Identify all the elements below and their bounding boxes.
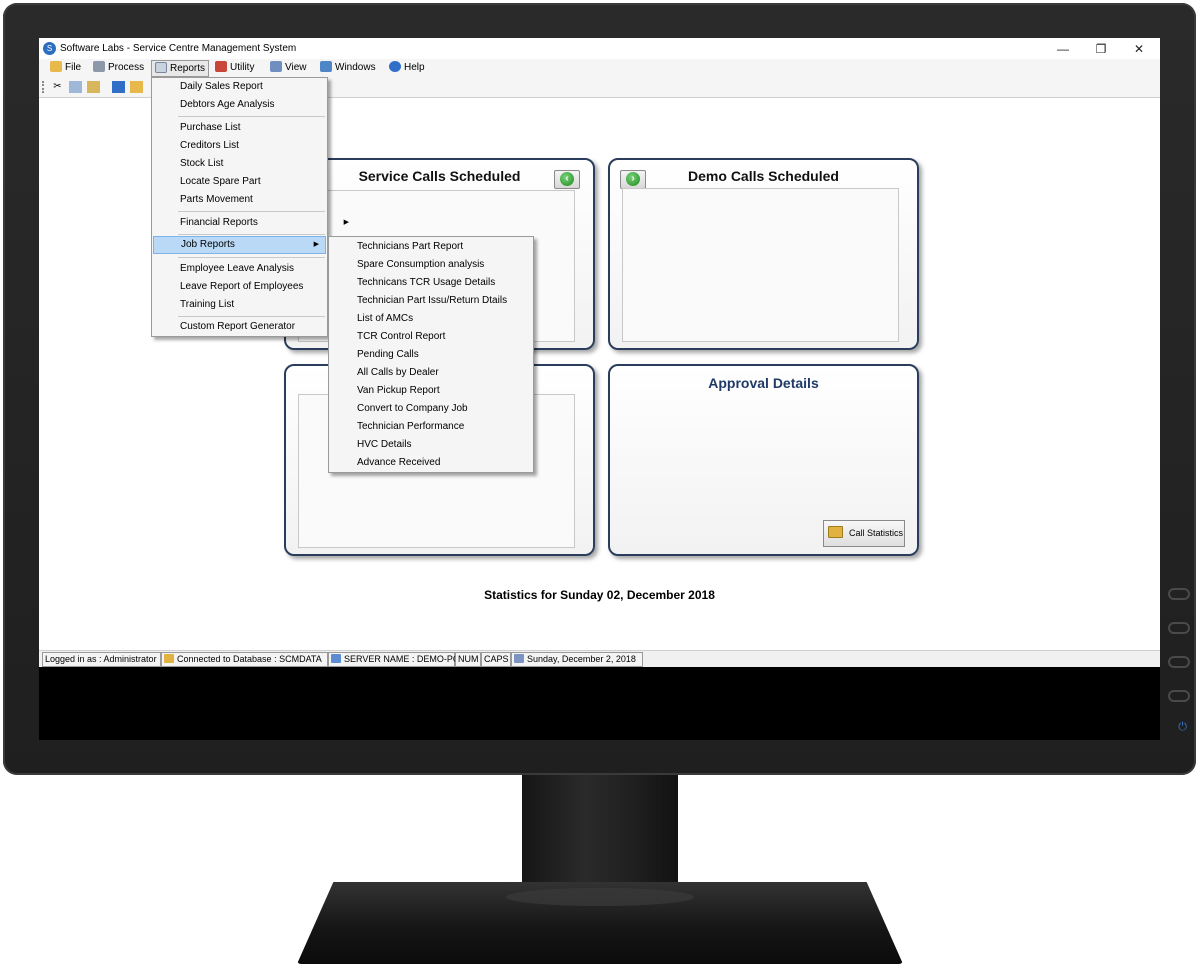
- submenu-item[interactable]: Convert to Company Job: [329, 400, 561, 418]
- minimize-button[interactable]: —: [1045, 39, 1081, 59]
- close-button[interactable]: ✕: [1121, 39, 1157, 59]
- submenu-item[interactable]: Pending Calls: [329, 346, 561, 364]
- arrow-left-icon: ‹: [560, 172, 574, 186]
- menu-utility[interactable]: Utility: [212, 60, 257, 76]
- menu-item-parts-movement[interactable]: Parts Movement: [152, 191, 355, 209]
- wrench-icon: [215, 61, 227, 72]
- copy-icon[interactable]: [69, 81, 82, 93]
- toolbar-grip[interactable]: [42, 81, 46, 93]
- menu-bar: File Process Reports Utility View Window…: [39, 59, 1160, 77]
- submenu-item[interactable]: TCR Control Report: [329, 328, 561, 346]
- menu-item-leave-report-of-employees[interactable]: Leave Report of Employees: [152, 278, 355, 296]
- menu-process[interactable]: Process: [90, 60, 147, 76]
- cut-icon[interactable]: ✂: [51, 81, 64, 93]
- statistics-date-label: Statistics for Sunday 02, December 2018: [484, 588, 715, 602]
- menu-separator: [178, 211, 325, 212]
- reports-menu: Daily Sales Report Debtors Age Analysis …: [151, 77, 349, 337]
- monitor-stand-highlight: [506, 888, 694, 906]
- status-num: NUM: [455, 652, 481, 667]
- menu-item-employee-leave-analysis[interactable]: Employee Leave Analysis: [152, 260, 355, 278]
- power-icon: ⏻: [1178, 720, 1187, 733]
- job-reports-submenu: Technicians Part Report Spare Consumptio…: [328, 236, 534, 473]
- status-bar: Logged in as : Administrator Connected t…: [39, 650, 1160, 667]
- menu-view[interactable]: View: [267, 60, 310, 76]
- submenu-item[interactable]: Van Pickup Report: [329, 382, 561, 400]
- approval-details-title: Approval Details: [708, 375, 819, 391]
- submenu-item[interactable]: Advance Received: [329, 454, 561, 472]
- restore-button[interactable]: ❐: [1083, 39, 1119, 59]
- menu-item-daily-sales-report[interactable]: Daily Sales Report: [152, 78, 355, 96]
- menu-item-debtors-age-analysis[interactable]: Debtors Age Analysis: [152, 96, 355, 114]
- menu-item-creditors-list[interactable]: Creditors List: [152, 137, 355, 155]
- submenu-arrow-icon: ▶: [343, 219, 349, 226]
- demo-calls-title: Demo Calls Scheduled: [688, 168, 839, 184]
- app-window: S Software Labs - Service Centre Managem…: [39, 38, 1160, 667]
- submenu-arrow-icon: ▶: [313, 241, 319, 248]
- view-grid-icon: [270, 61, 282, 72]
- menu-separator: [178, 116, 325, 117]
- menu-item-locate-spare-part[interactable]: Locate Spare Part: [152, 173, 355, 191]
- calendar-icon: [514, 654, 524, 663]
- monitor-button: [1168, 656, 1190, 668]
- status-database: Connected to Database : SCMDATA: [161, 652, 328, 667]
- help-icon: [389, 61, 401, 72]
- submenu-item[interactable]: Technician Performance: [329, 418, 561, 436]
- folder-open-icon: [50, 61, 62, 72]
- title-bar: S Software Labs - Service Centre Managem…: [39, 38, 1160, 59]
- server-icon: [331, 654, 341, 663]
- menu-item-training-list[interactable]: Training List: [152, 296, 355, 314]
- reports-icon: [155, 62, 167, 73]
- menu-separator: [178, 316, 325, 317]
- submenu-item[interactable]: List of AMCs: [329, 310, 561, 328]
- window-title: Software Labs - Service Centre Managemen…: [60, 43, 297, 54]
- submenu-item[interactable]: Spare Consumption analysis: [329, 256, 561, 274]
- menu-help[interactable]: Help: [386, 60, 428, 76]
- folder-open-icon: [828, 526, 843, 538]
- call-statistics-button[interactable]: Call Statistics: [823, 520, 905, 547]
- submenu-item[interactable]: All Calls by Dealer: [329, 364, 561, 382]
- menu-file[interactable]: File: [47, 60, 84, 76]
- menu-item-financial-reports[interactable]: Financial Reports ▶: [152, 214, 355, 232]
- folder-open-icon[interactable]: [130, 81, 143, 93]
- monitor-button: [1168, 622, 1190, 634]
- folder-icon[interactable]: [112, 81, 125, 93]
- monitor-button: [1168, 690, 1190, 702]
- demo-calls-panel: › Demo Calls Scheduled: [608, 158, 919, 350]
- monitor-screen: S Software Labs - Service Centre Managem…: [39, 38, 1160, 740]
- status-caps: CAPS: [481, 652, 511, 667]
- menu-item-custom-report-generator[interactable]: Custom Report Generator: [152, 318, 355, 336]
- menu-item-job-reports[interactable]: Job Reports ▶: [153, 236, 326, 254]
- monitor-button: [1168, 588, 1190, 600]
- approval-details-panel: Approval Details Call Statistics: [608, 364, 919, 556]
- submenu-item[interactable]: Technicans TCR Usage Details: [329, 274, 561, 292]
- status-logged-in: Logged in as : Administrator: [42, 652, 161, 667]
- menu-separator: [178, 234, 325, 235]
- process-icon: [93, 61, 105, 72]
- submenu-item[interactable]: HVC Details: [329, 436, 561, 454]
- demo-calls-list[interactable]: [622, 188, 899, 342]
- monitor-buttons: [1168, 588, 1190, 724]
- database-icon: [164, 654, 174, 663]
- submenu-item[interactable]: Technicians Part Report: [329, 238, 561, 256]
- menu-reports[interactable]: Reports: [151, 60, 210, 77]
- menu-windows[interactable]: Windows: [317, 60, 379, 76]
- windows-icon: [320, 61, 332, 72]
- submenu-item[interactable]: Technician Part Issu/Return Dtails: [329, 292, 561, 310]
- paste-icon[interactable]: [87, 81, 100, 93]
- menu-item-purchase-list[interactable]: Purchase List: [152, 119, 355, 137]
- menu-item-stock-list[interactable]: Stock List: [152, 155, 355, 173]
- service-calls-nav-button[interactable]: ‹: [554, 170, 580, 189]
- status-date: Sunday, December 2, 2018: [511, 652, 643, 667]
- menu-separator: [178, 257, 325, 258]
- status-server: SERVER NAME : DEMO-PC: [328, 652, 459, 667]
- app-logo-icon: S: [43, 42, 56, 55]
